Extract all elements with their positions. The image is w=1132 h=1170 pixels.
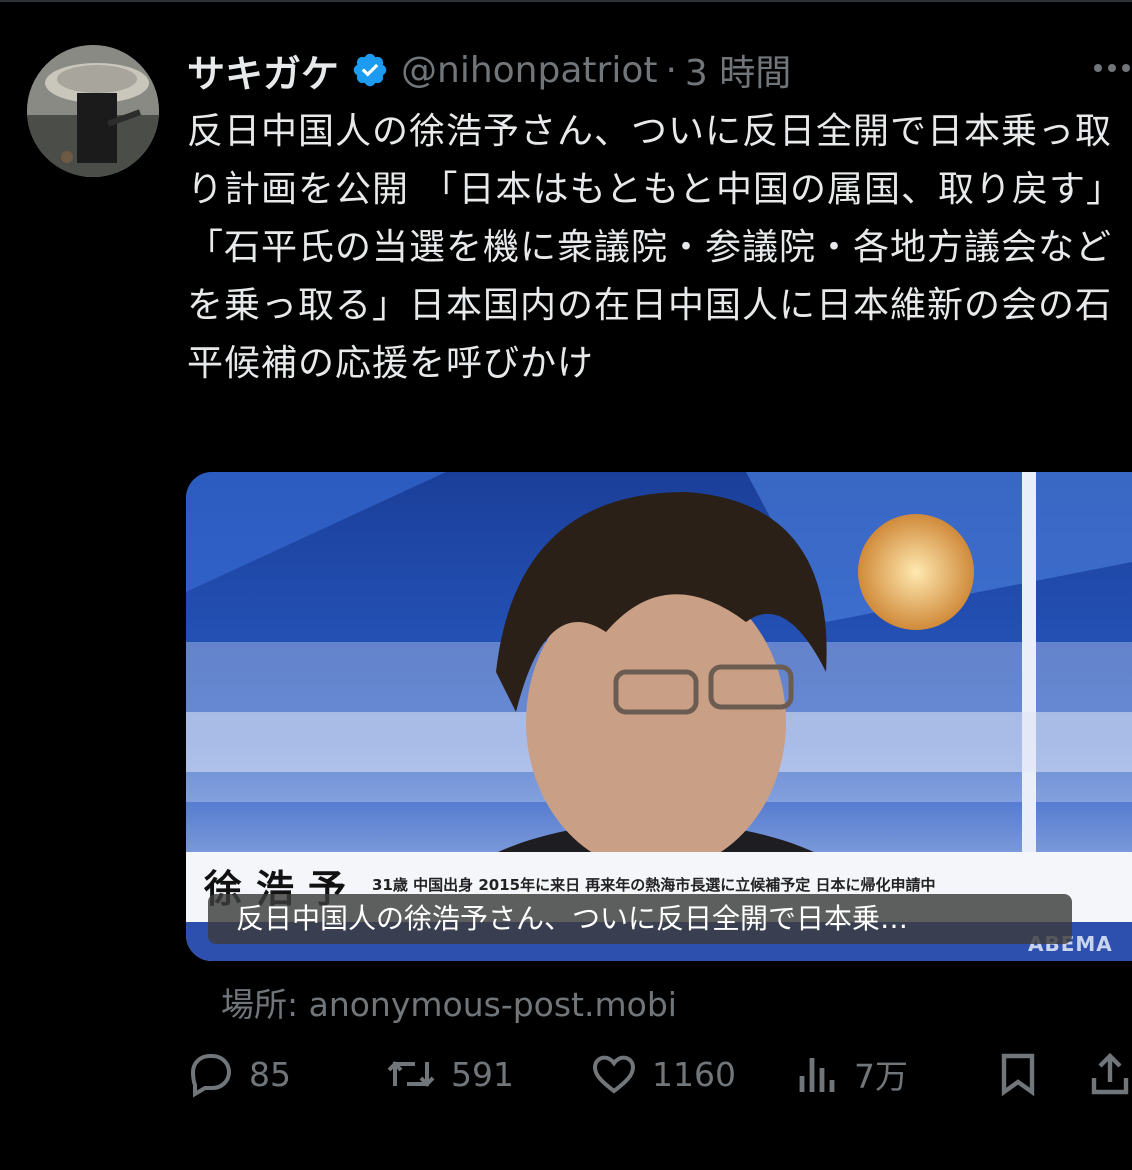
media-image[interactable]: 徐浩予 31歳 中国出身 2015年に来日 再来年の熱海市長選に立候補予定 日本… bbox=[186, 472, 1132, 961]
action-bar: 85 591 1160 7万 bbox=[0, 1040, 1132, 1110]
repost-icon bbox=[387, 1061, 435, 1087]
views-button[interactable]: 7万 bbox=[796, 1050, 908, 1098]
like-button[interactable]: 1160 bbox=[590, 1050, 736, 1098]
timestamp[interactable]: 3 時間 bbox=[685, 44, 791, 96]
media-caption: 反日中国人の徐浩予さん、ついに反日全開で日本乗… bbox=[208, 894, 1072, 944]
reply-count: 85 bbox=[249, 1054, 291, 1094]
tv-subtitle: 31歳 中国出身 2015年に来日 再来年の熱海市長選に立候補予定 日本に帰化申… bbox=[372, 876, 936, 894]
repost-count: 591 bbox=[451, 1054, 514, 1094]
reply-button[interactable]: 85 bbox=[187, 1050, 291, 1098]
share-icon bbox=[1091, 1052, 1129, 1095]
more-icon[interactable] bbox=[1092, 58, 1132, 78]
handle[interactable]: @nihonpatriot bbox=[401, 50, 657, 91]
views-count: 7万 bbox=[854, 1057, 908, 1096]
separator-dot: · bbox=[665, 49, 677, 91]
reply-icon bbox=[190, 1054, 232, 1098]
like-count: 1160 bbox=[652, 1054, 736, 1094]
repost-button[interactable]: 591 bbox=[385, 1050, 514, 1098]
share-button[interactable] bbox=[1090, 1050, 1130, 1098]
location-text[interactable]: 場所: anonymous-post.mobi bbox=[221, 978, 677, 1026]
like-icon bbox=[592, 1055, 636, 1094]
bookmark-icon bbox=[1001, 1053, 1035, 1097]
views-icon bbox=[799, 1058, 835, 1092]
bookmark-button[interactable] bbox=[996, 1050, 1040, 1098]
avatar[interactable] bbox=[27, 45, 159, 177]
tweet-text: 反日中国人の徐浩予さん、ついに反日全開で日本乗っ取り計画を公開 「日本はもともと… bbox=[187, 111, 1113, 384]
top-divider bbox=[0, 0, 1132, 2]
tweet-header: サキガケ @nihonpatriot · 3 時間 bbox=[187, 42, 791, 98]
verified-badge-icon bbox=[353, 53, 387, 87]
display-name[interactable]: サキガケ bbox=[187, 43, 339, 98]
